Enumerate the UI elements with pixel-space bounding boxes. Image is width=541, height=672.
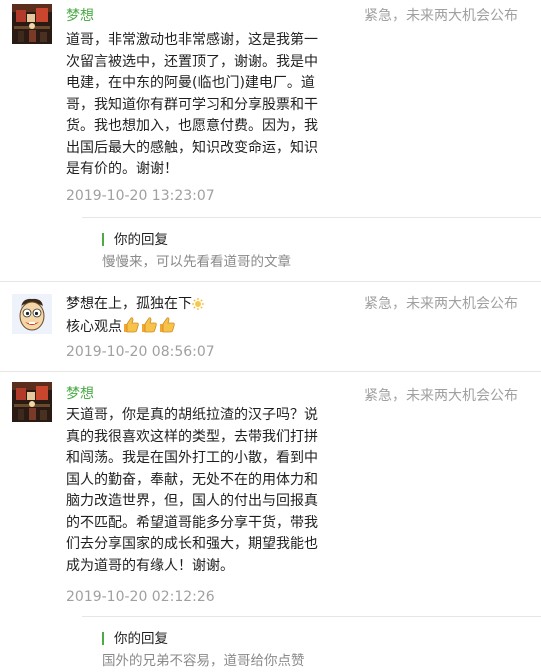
reply-title: 你的回复 bbox=[114, 232, 168, 248]
thumbs-up-icon bbox=[140, 316, 158, 342]
comment-text: 核心观点 bbox=[66, 316, 266, 342]
article-source-link[interactable]: 紧急，未来两大机会公布 bbox=[364, 386, 518, 406]
reply-body: 慢慢来，可以先看看道哥的文章 bbox=[102, 254, 291, 270]
comment-timestamp: 2019-10-20 08:56:07 bbox=[66, 344, 215, 360]
comment-timestamp: 2019-10-20 02:12:26 bbox=[66, 589, 215, 605]
comment-text-content: 核心观点 bbox=[66, 319, 122, 335]
comment-item: 梦想 紧急，未来两大机会公布 道哥，非常激动也非常感谢，这是我第一次留言被选中，… bbox=[0, 0, 541, 282]
commenter-name[interactable]: 梦想 bbox=[66, 384, 94, 404]
reply-divider bbox=[82, 616, 541, 617]
reply-title: 你的回复 bbox=[114, 631, 168, 647]
comment-text: 天道哥，你是真的胡纸拉渣的汉子吗？说真的我很喜欢这样的类型，去带我们打拼和闯荡。… bbox=[66, 407, 318, 574]
comment-item: 梦想 紧急，未来两大机会公布 天道哥，你是真的胡纸拉渣的汉子吗？说真的我很喜欢这… bbox=[0, 372, 541, 672]
sun-icon bbox=[192, 297, 204, 317]
reply-divider bbox=[82, 217, 541, 218]
article-source-link[interactable]: 紧急，未来两大机会公布 bbox=[364, 294, 518, 314]
comment-item: 梦想在上，孤独在下 紧急，未来两大机会公布 核心观点 2019-10-20 08… bbox=[0, 282, 541, 372]
commenter-name-text: 梦想在上，孤独在下 bbox=[66, 296, 192, 312]
article-source-link[interactable]: 紧急，未来两大机会公布 bbox=[364, 6, 518, 26]
reply-accent-bar bbox=[102, 632, 104, 645]
comment-text: 道哥，非常激动也非常感谢，这是我第一次留言被选中，还置顶了，谢谢。我是中电建，在… bbox=[66, 32, 318, 177]
cartoon-face-avatar-icon[interactable] bbox=[12, 294, 52, 334]
thumbs-up-icon bbox=[122, 316, 140, 342]
dark-photo-avatar-icon[interactable] bbox=[12, 4, 52, 44]
thumbs-up-icon bbox=[158, 316, 176, 342]
commenter-name[interactable]: 梦想 bbox=[66, 6, 94, 26]
dark-photo-avatar-icon[interactable] bbox=[12, 382, 52, 422]
comment-timestamp: 2019-10-20 13:23:07 bbox=[66, 188, 215, 204]
commenter-name[interactable]: 梦想在上，孤独在下 bbox=[66, 294, 204, 317]
reply-accent-bar bbox=[102, 233, 104, 246]
reply-body: 国外的兄弟不容易，道哥给你点赞 bbox=[102, 653, 305, 669]
